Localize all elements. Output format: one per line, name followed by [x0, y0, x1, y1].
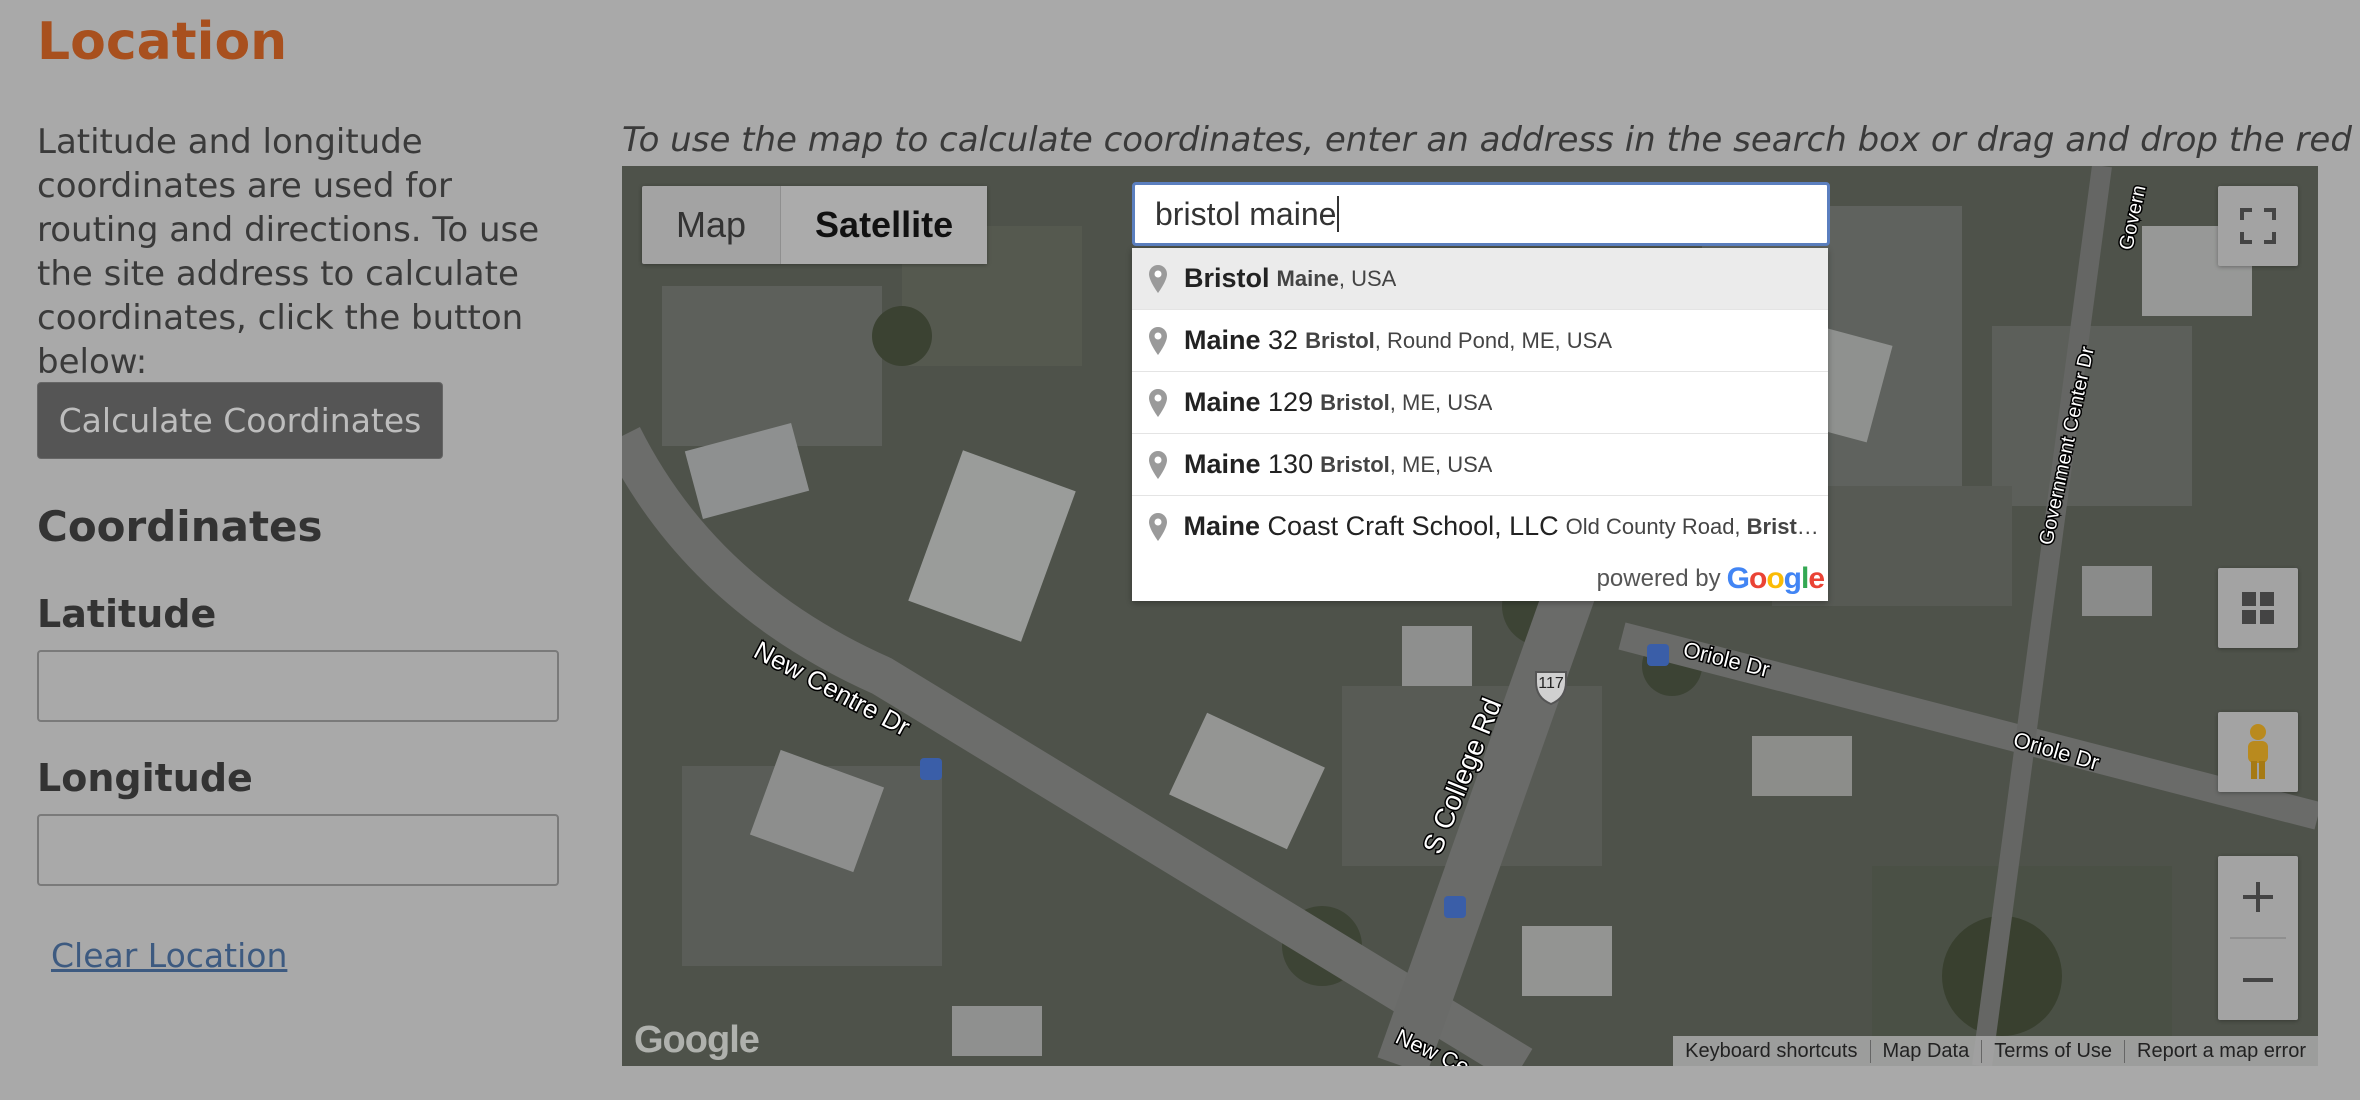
- suggestion-item[interactable]: Maine 129 Bristol, ME, USA: [1132, 371, 1828, 433]
- pegman-icon: [2248, 724, 2268, 779]
- map-type-map-button[interactable]: Map: [642, 186, 780, 264]
- zoom-in-button[interactable]: [2218, 856, 2298, 937]
- suggestion-match: Maine: [1184, 449, 1261, 479]
- text-caret: [1337, 196, 1340, 232]
- map-container[interactable]: New Centre Dr S College Rd Oriole Dr Ori…: [622, 166, 2318, 1066]
- suggestion-match: Maine: [1183, 511, 1261, 541]
- route-shield-label: 117: [1538, 675, 1564, 692]
- google-logo: Google: [634, 1019, 760, 1061]
- powered-by-text: powered by: [1596, 565, 1721, 592]
- longitude-label: Longitude: [37, 756, 253, 800]
- minus-icon: [2243, 977, 2273, 982]
- map-footer: Keyboard shortcuts Map Data Terms of Use…: [1673, 1036, 2318, 1066]
- terms-of-use-link[interactable]: Terms of Use: [1981, 1039, 2124, 1063]
- fullscreen-button[interactable]: [2218, 186, 2298, 266]
- location-pin-icon: [1142, 450, 1174, 479]
- keyboard-shortcuts-link[interactable]: Keyboard shortcuts: [1673, 1040, 1869, 1063]
- map-type-satellite-button[interactable]: Satellite: [780, 186, 988, 264]
- coordinates-title: Coordinates: [37, 502, 323, 551]
- suggestion-match: Maine: [1184, 387, 1261, 417]
- calculate-coordinates-button[interactable]: Calculate Coordinates: [37, 382, 443, 459]
- plus-icon: [2243, 881, 2273, 912]
- map-type-toggle: Map Satellite: [642, 186, 988, 264]
- location-pin-icon: [1142, 388, 1174, 417]
- latitude-label: Latitude: [37, 592, 217, 636]
- map-search-input[interactable]: bristol maine: [1132, 182, 1830, 246]
- suggestion-sec-match: Bristo…: [1746, 513, 1828, 539]
- longitude-input[interactable]: [37, 814, 559, 886]
- google-brand: Google: [1726, 562, 1825, 595]
- zoom-controls: [2218, 856, 2298, 1020]
- location-description-block: Latitude and longitude coordinates are u…: [37, 120, 572, 384]
- suggestion-main-rest: 130: [1260, 449, 1314, 479]
- autocomplete-dropdown: Bristol Maine, USA Maine 32 Bristol, Rou…: [1132, 248, 1828, 601]
- suggestion-item[interactable]: Maine 32 Bristol, Round Pond, ME, USA: [1132, 309, 1828, 371]
- zoom-out-button[interactable]: [2218, 939, 2298, 1020]
- suggestion-secondary: , ME, USA: [1389, 451, 1493, 477]
- clear-location-link[interactable]: Clear Location: [51, 936, 287, 975]
- location-pin-icon: [1142, 264, 1174, 293]
- location-pin-icon: [1142, 326, 1174, 355]
- suggestion-match: Bristol: [1184, 263, 1270, 293]
- suggestion-secondary: , Round Pond, ME, USA: [1374, 327, 1612, 353]
- suggestion-sec-match: Bristol: [1320, 389, 1390, 415]
- powered-by-google: powered by Google: [1132, 557, 1828, 601]
- map-instruction: To use the map to calculate coordinates,…: [622, 120, 2360, 160]
- suggestion-secondary: Old County Road,: [1565, 513, 1747, 539]
- map-layers-button[interactable]: [2218, 568, 2298, 648]
- suggestion-secondary: , ME, USA: [1389, 389, 1493, 415]
- grid-icon: [2242, 592, 2274, 624]
- suggestion-main-rest: Coast Craft School, LLC: [1260, 511, 1559, 541]
- suggestion-item[interactable]: Maine Coast Craft School, LLC Old County…: [1132, 495, 1828, 557]
- fullscreen-icon: [2240, 208, 2276, 244]
- map-data-link[interactable]: Map Data: [1869, 1039, 1982, 1063]
- location-pin-icon: [1142, 512, 1174, 541]
- bus-stop-icon: [1647, 644, 1669, 666]
- bus-stop-icon: [920, 758, 942, 780]
- suggestion-main-rest: 32: [1260, 325, 1299, 355]
- suggestion-secondary: , USA: [1338, 265, 1397, 291]
- location-description: Latitude and longitude coordinates are u…: [37, 122, 540, 382]
- suggestion-item[interactable]: Bristol Maine, USA: [1132, 248, 1828, 309]
- report-map-error-link[interactable]: Report a map error: [2124, 1039, 2318, 1063]
- latitude-input[interactable]: [37, 650, 559, 722]
- suggestion-sec-match: Bristol: [1320, 451, 1390, 477]
- suggestion-match: Maine: [1184, 325, 1261, 355]
- suggestion-sec-match: Maine: [1276, 265, 1339, 291]
- section-title: Location: [37, 12, 288, 72]
- suggestion-item[interactable]: Maine 130 Bristol, ME, USA: [1132, 433, 1828, 495]
- map-search-value: bristol maine: [1155, 195, 1337, 232]
- street-view-button[interactable]: [2218, 712, 2298, 792]
- suggestion-sec-match: Bristol: [1305, 327, 1375, 353]
- suggestion-main-rest: 129: [1260, 387, 1314, 417]
- bus-stop-icon: [1444, 896, 1466, 918]
